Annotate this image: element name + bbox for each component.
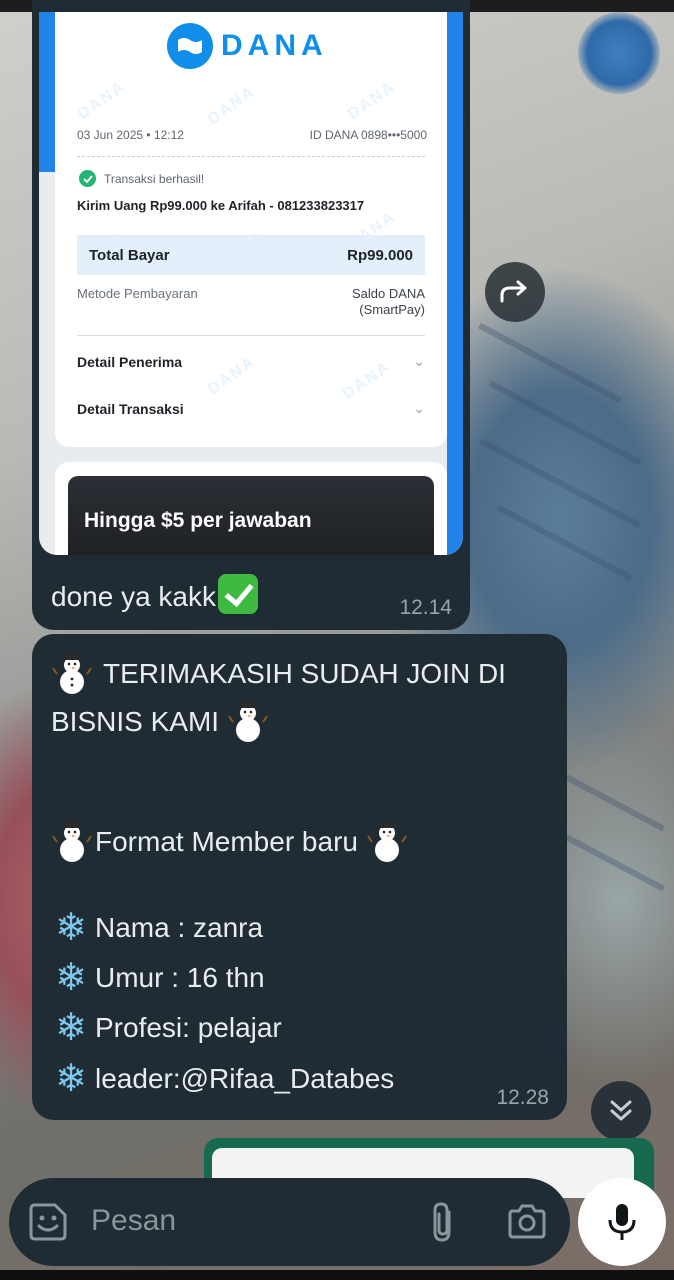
snowman-emoji xyxy=(51,820,93,864)
watermark: DANA xyxy=(344,78,399,124)
payment-method-value: Saldo DANA (SmartPay) xyxy=(352,286,425,317)
message-line: ❄ Umur : 16 thn xyxy=(51,958,265,998)
message-line: BISNIS KAMI xyxy=(51,700,269,744)
message-line: ❄ Profesi: pelajar xyxy=(51,1008,282,1048)
total-value: Rp99.000 xyxy=(347,246,413,264)
snowflake-emoji: ❄ xyxy=(55,907,87,949)
message-line: ❄ leader:@Rifaa_Databes xyxy=(51,1059,394,1099)
total-row: Total Bayar Rp99.000 xyxy=(77,235,425,275)
payment-method-label: Metode Pembayaran xyxy=(77,286,198,301)
camera-button[interactable] xyxy=(506,1202,548,1242)
forward-button[interactable] xyxy=(485,262,545,322)
snowflake-emoji: ❄ xyxy=(55,1058,87,1100)
snowman-emoji xyxy=(51,652,93,696)
chevron-down-icon: ⌄ xyxy=(413,400,425,416)
snowman-emoji xyxy=(366,820,408,864)
dana-logo-icon xyxy=(167,23,213,69)
receipt-card: DANA DANA DANA DANA DANA DANA DANA DANA … xyxy=(55,12,447,447)
message-bubble-image[interactable]: DANA DANA DANA DANA DANA DANA DANA DANA … xyxy=(32,0,470,630)
message-line: TERIMAKASIH SUDAH JOIN DI xyxy=(51,652,506,696)
scroll-to-bottom-button[interactable] xyxy=(591,1081,651,1141)
check-mark-emoji xyxy=(218,574,258,614)
transaction-details-row: Detail Transaksi ⌄ xyxy=(77,400,425,417)
message-time: 12.14 xyxy=(399,596,452,619)
sticker-icon xyxy=(29,1203,67,1241)
snowflake-emoji: ❄ xyxy=(55,1007,87,1049)
status-text: Transaksi berhasil! xyxy=(104,171,205,186)
message-line: Format Member baru xyxy=(51,820,408,864)
forward-icon xyxy=(500,280,527,303)
status-indicator xyxy=(578,12,660,94)
divider xyxy=(77,335,425,336)
attach-button[interactable] xyxy=(423,1200,463,1244)
double-chevron-down-icon xyxy=(610,1100,632,1121)
watermark: DANA xyxy=(204,83,259,129)
chevron-down-icon: ⌄ xyxy=(413,353,425,369)
dana-logo-text: DANA xyxy=(221,29,328,62)
message-input[interactable]: Pesan xyxy=(91,1204,176,1238)
voice-message-button[interactable] xyxy=(578,1178,666,1266)
transaction-date: 03 Jun 2025 • 12:12 xyxy=(77,128,184,142)
receipt-image[interactable]: DANA DANA DANA DANA DANA DANA DANA DANA … xyxy=(39,12,463,555)
dana-logo: DANA xyxy=(167,22,328,70)
transaction-status: Transaksi berhasil! xyxy=(79,170,204,187)
snowflake-emoji: ❄ xyxy=(55,957,87,999)
message-bubble-text[interactable]: TERIMAKASIH SUDAH JOIN DI BISNIS KAMI Fo… xyxy=(32,634,567,1120)
message-composer[interactable]: Pesan xyxy=(9,1178,570,1266)
dana-id: ID DANA 0898•••5000 xyxy=(309,128,427,142)
navigation-bar-edge xyxy=(0,1270,674,1280)
snowman-emoji xyxy=(227,700,269,744)
divider xyxy=(77,156,425,157)
message-time: 12.28 xyxy=(496,1086,549,1109)
promo-banner: Hingga $5 per jawaban xyxy=(68,476,434,555)
watermark: DANA xyxy=(74,78,129,124)
sticker-button[interactable] xyxy=(27,1201,69,1243)
check-circle-icon xyxy=(79,170,96,187)
camera-icon xyxy=(508,1204,546,1239)
total-label: Total Bayar xyxy=(89,246,170,264)
message-line: ❄ Nama : zanra xyxy=(51,908,263,948)
recipient-details-row: Detail Penerima ⌄ xyxy=(77,353,425,370)
microphone-icon xyxy=(608,1204,636,1240)
paperclip-icon xyxy=(433,1202,451,1242)
transaction-description: Kirim Uang Rp99.000 ke Arifah - 08123382… xyxy=(77,198,365,213)
message-text: done ya kakk xyxy=(51,574,258,614)
